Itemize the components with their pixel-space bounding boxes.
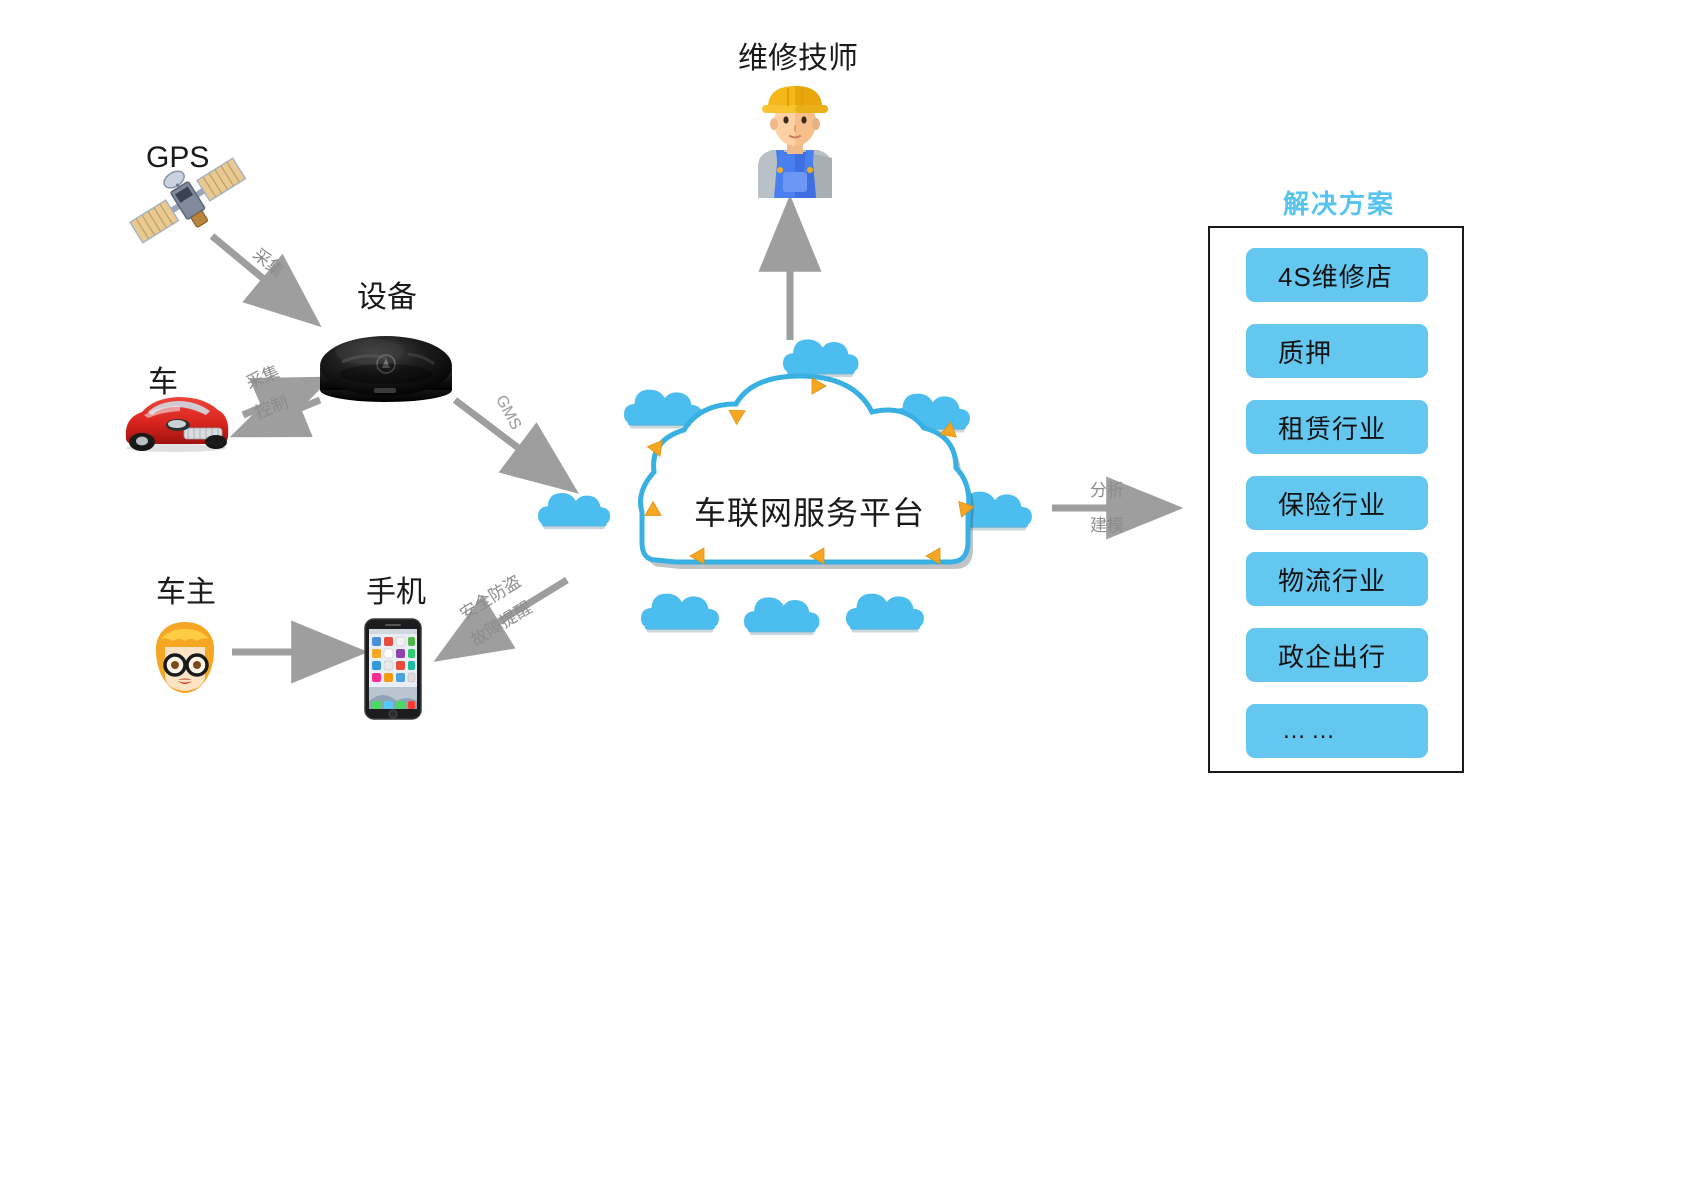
solution-chip-4s[interactable]: 4S维修店 bbox=[1246, 248, 1428, 302]
solutions-list: 4S维修店 质押 租赁行业 保险行业 物流行业 政企出行 …… bbox=[1246, 248, 1428, 758]
solutions-title: 解决方案 bbox=[1283, 189, 1396, 219]
solution-chip-leasing[interactable]: 租赁行业 bbox=[1246, 400, 1428, 454]
edge-label-modeling: 建模 bbox=[1090, 516, 1124, 535]
solution-chip-logistics[interactable]: 物流行业 bbox=[1246, 552, 1428, 606]
solution-chip-more[interactable]: …… bbox=[1246, 704, 1428, 758]
decorative-cloud bbox=[641, 593, 719, 633]
edge-label-analysis: 分析 bbox=[1090, 481, 1124, 500]
decorative-cloud bbox=[846, 593, 924, 633]
decorative-cloud bbox=[783, 339, 859, 378]
diagram-canvas: GPS 设备 车 车主 手机 维修技师 车联网服务平台 采集 采集 控制 GMS… bbox=[0, 0, 1684, 1191]
solution-chip-pledge[interactable]: 质押 bbox=[1246, 324, 1428, 378]
decorative-cloud bbox=[744, 597, 820, 636]
solution-chip-government-travel[interactable]: 政企出行 bbox=[1246, 628, 1428, 682]
decorative-cloud bbox=[538, 493, 611, 530]
platform-label: 车联网服务平台 bbox=[694, 495, 926, 531]
solution-chip-insurance[interactable]: 保险行业 bbox=[1246, 476, 1428, 530]
